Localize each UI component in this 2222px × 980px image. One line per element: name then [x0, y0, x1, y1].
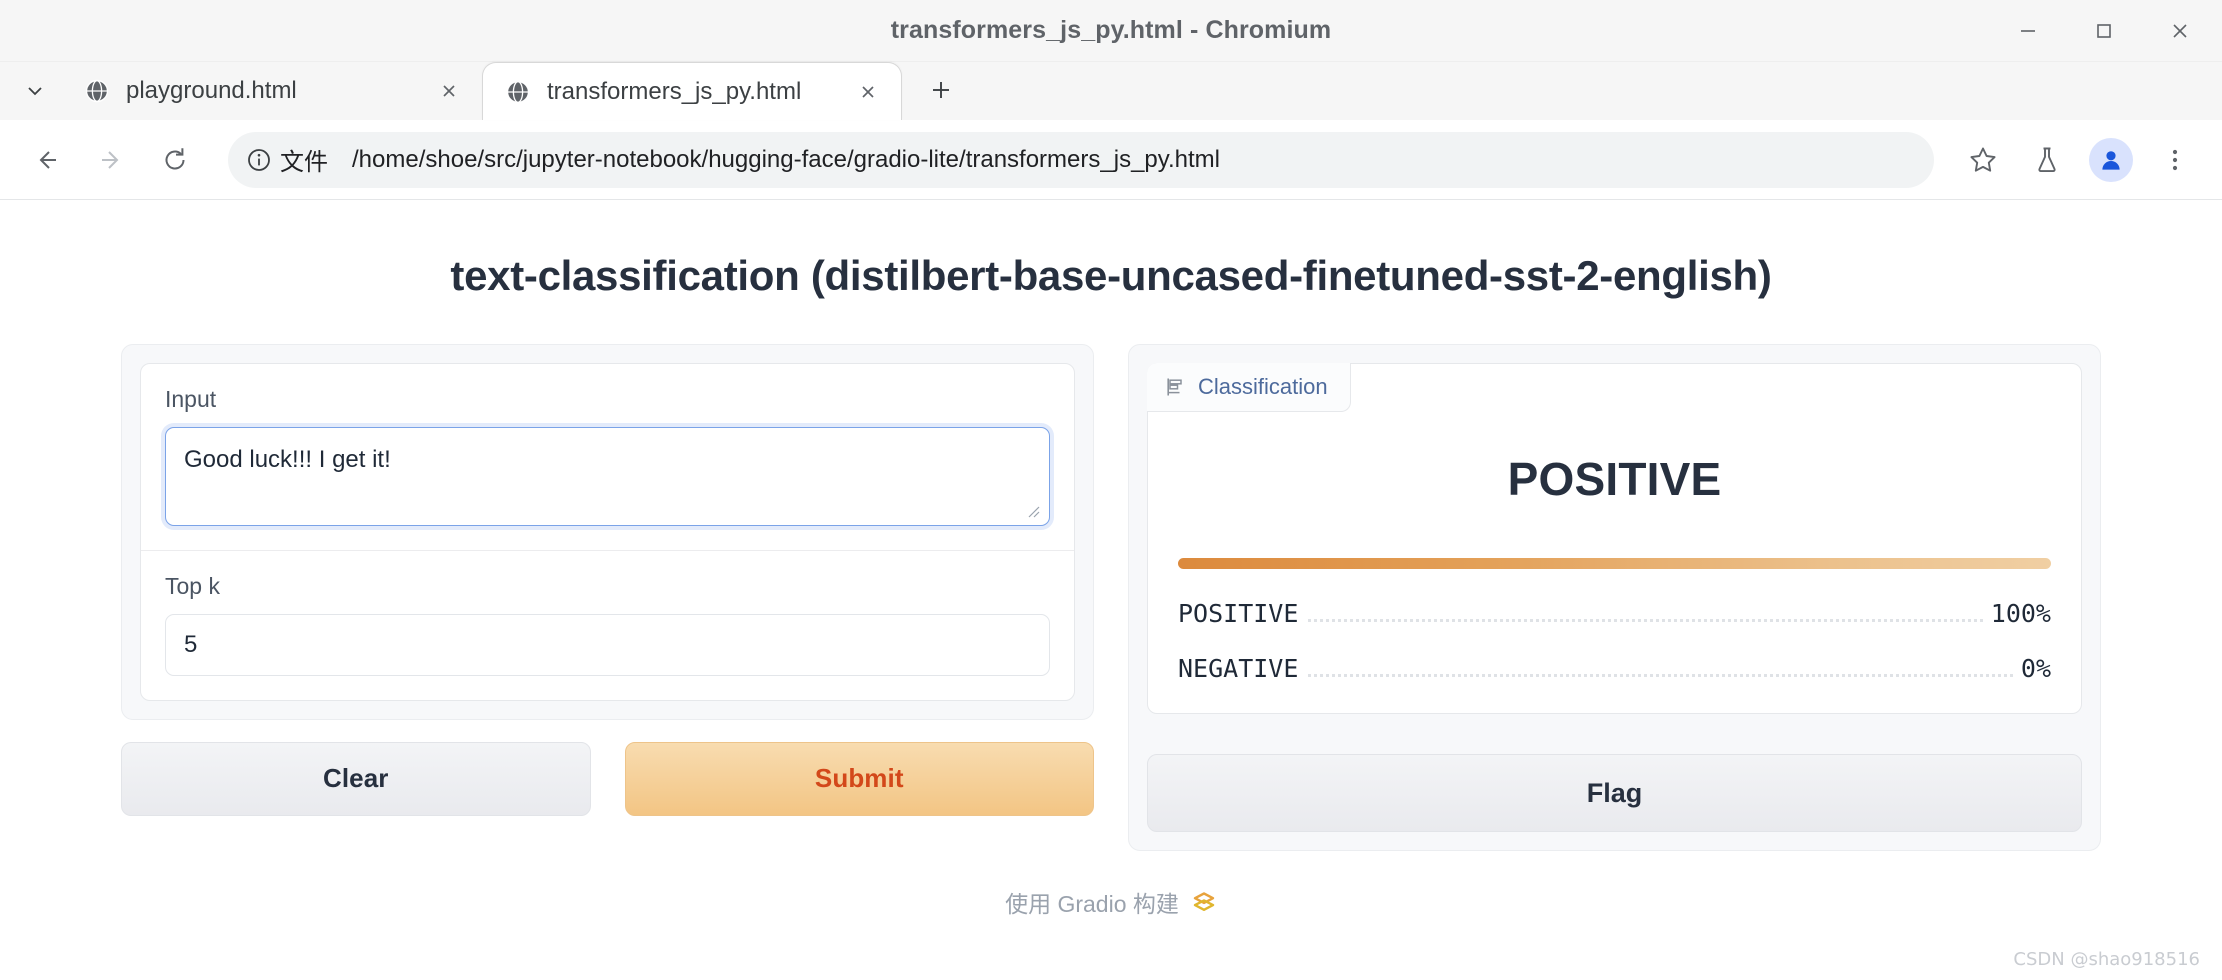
output-tag-label: Classification: [1198, 374, 1328, 399]
avatar: [2089, 137, 2133, 182]
page-viewport: text-classification (distilbert-base-unc…: [0, 200, 2222, 980]
profile-avatar[interactable]: [2082, 131, 2140, 189]
tab-playground[interactable]: playground.html: [62, 62, 482, 120]
tab-title: playground.html: [126, 77, 297, 104]
browser-window: transformers_js_py.html - Chromium playg…: [0, 0, 2222, 980]
gradio-logo-icon[interactable]: [1191, 889, 1217, 915]
action-button-row: Clear Submit: [121, 741, 1094, 816]
window-titlebar: transformers_js_py.html - Chromium: [0, 0, 2222, 62]
input-panel: Input Good luck!!! I get it! Top k 5: [121, 344, 1094, 720]
tab-close-icon[interactable]: [432, 74, 466, 108]
output-panel: Classification POSITIVE POSITIVE 100% NE…: [1128, 344, 2101, 851]
url-text[interactable]: /home/shoe/src/jupyter-notebook/hugging-…: [352, 146, 1924, 174]
output-column: Classification POSITIVE POSITIVE 100% NE…: [1128, 344, 2101, 851]
confidence-gradient-bar: [1178, 558, 2051, 569]
page-title: text-classification (distilbert-base-unc…: [450, 252, 1772, 299]
main-row: Input Good luck!!! I get it! Top k 5 Cle…: [121, 344, 2101, 851]
info-circle-icon: [246, 147, 272, 173]
minimize-icon[interactable]: [2004, 9, 2052, 53]
site-info-chip[interactable]: 文件: [234, 136, 342, 184]
forward-icon[interactable]: [82, 131, 140, 189]
topk-input[interactable]: [165, 613, 1050, 676]
confidence-value: 0%: [2020, 654, 2051, 683]
clear-button[interactable]: Clear: [121, 741, 591, 816]
top-prediction-label: POSITIVE: [1507, 453, 1722, 505]
flag-button-wrap: Flag: [1147, 754, 2082, 832]
new-tab-button[interactable]: [914, 63, 968, 117]
input-textarea-wrap: [165, 427, 1050, 526]
reload-icon[interactable]: [146, 131, 204, 189]
watermark: CSDN @shao918516: [2013, 949, 2200, 970]
confidence-row: POSITIVE 100%: [1178, 577, 2051, 632]
input-field-group: Input: [141, 364, 1074, 550]
confidence-row: NEGATIVE 0%: [1178, 632, 2051, 687]
globe-icon: [505, 79, 531, 105]
classification-output: Classification POSITIVE POSITIVE 100% NE…: [1147, 363, 2082, 714]
address-bar[interactable]: 文件 /home/shoe/src/jupyter-notebook/huggi…: [228, 131, 1934, 188]
leader-dots: [1308, 619, 1983, 622]
confidence-value: 100%: [1990, 599, 2051, 628]
back-icon[interactable]: [18, 131, 76, 189]
output-body: POSITIVE POSITIVE 100% NEGATIVE 0%: [1148, 364, 2081, 713]
bookmark-star-icon[interactable]: [1954, 131, 2012, 189]
window-controls: [2004, 9, 2204, 53]
tab-title: transformers_js_py.html: [547, 77, 802, 105]
confidence-label: NEGATIVE: [1178, 654, 1299, 683]
tab-search-chevron-icon[interactable]: [8, 62, 62, 120]
input-column: Input Good luck!!! I get it! Top k 5 Cle…: [121, 344, 1094, 816]
output-tag: Classification: [1147, 363, 1351, 412]
confidence-label: POSITIVE: [1178, 599, 1299, 628]
submit-button[interactable]: Submit: [624, 741, 1094, 816]
topk-label: Top k: [165, 572, 220, 599]
globe-icon: [84, 78, 110, 104]
footer-text: 使用 Gradio 构建: [1005, 891, 1179, 917]
input-textarea[interactable]: [165, 427, 1050, 526]
site-info-label: 文件: [280, 149, 328, 176]
gradio-app: text-classification (distilbert-base-unc…: [61, 200, 2161, 919]
maximize-icon[interactable]: [2080, 9, 2128, 53]
tab-strip: playground.html transformers_js_py.html: [0, 62, 2222, 120]
tab-close-icon[interactable]: [851, 75, 885, 109]
browser-menu-icon[interactable]: [2146, 131, 2204, 189]
input-form-block: Input Good luck!!! I get it! Top k 5: [140, 363, 1075, 701]
topk-field-group: Top k: [141, 549, 1074, 700]
browser-toolbar: 文件 /home/shoe/src/jupyter-notebook/huggi…: [0, 120, 2222, 200]
close-icon[interactable]: [2156, 9, 2204, 53]
flag-button[interactable]: Flag: [1147, 754, 2082, 832]
window-title: transformers_js_py.html - Chromium: [890, 16, 1332, 44]
gradio-footer: 使用 Gradio 构建: [121, 885, 2101, 919]
input-label: Input: [165, 386, 217, 412]
flask-experiments-icon[interactable]: [2018, 131, 2076, 189]
bar-chart-icon: [1165, 376, 1187, 398]
tab-transformers-js-py[interactable]: transformers_js_py.html: [482, 62, 902, 120]
leader-dots: [1308, 674, 2013, 677]
